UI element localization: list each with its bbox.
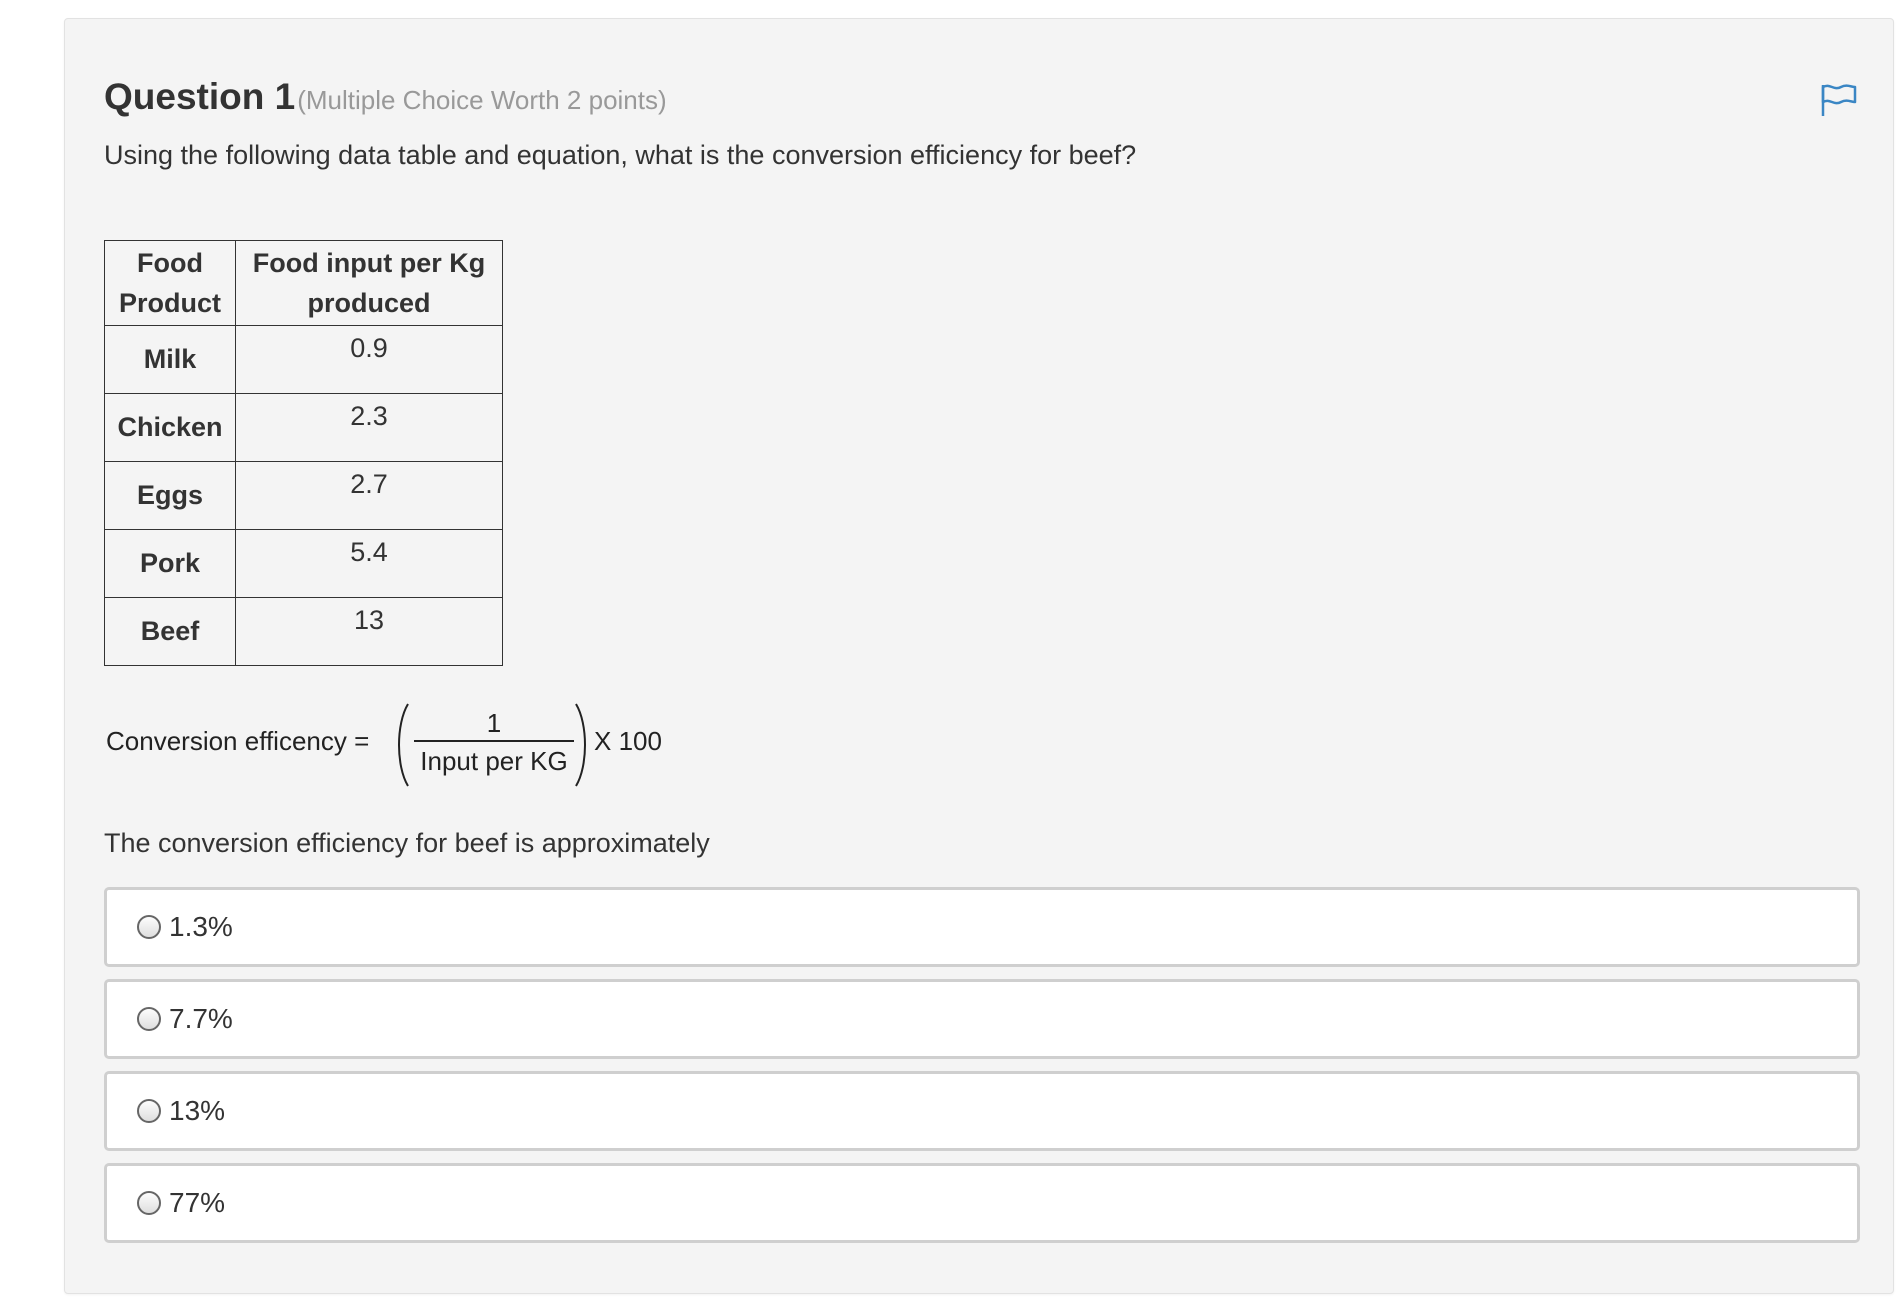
table-cell-product: Milk	[104, 325, 236, 394]
table-cell-value: 5.4	[235, 529, 503, 598]
data-table: Food Product Food input per Kg produced Mi…	[104, 240, 503, 666]
radio-button[interactable]	[137, 1007, 161, 1031]
table-cell-value: 2.7	[235, 461, 503, 530]
table-header-food-input: Food input per Kg produced	[235, 240, 503, 326]
question-title: Question 1	[104, 76, 296, 117]
equation-denominator: Input per KG	[420, 746, 568, 776]
radio-button[interactable]	[137, 1099, 161, 1123]
answer-option[interactable]: 7.7%	[104, 979, 1860, 1059]
table-row: Eggs 2.7	[104, 461, 503, 530]
table-cell-product: Pork	[104, 529, 236, 598]
table-header-food-product: Food Product	[104, 240, 236, 326]
flag-question-button[interactable]	[1820, 82, 1858, 118]
question-worth: (Multiple Choice Worth 2 points)	[297, 85, 667, 115]
answer-option-label: 77%	[169, 1187, 226, 1218]
question-prompt: Using the following data table and equat…	[104, 140, 1137, 170]
table-cell-value: 0.9	[235, 325, 503, 394]
flag-icon	[1821, 84, 1857, 116]
answer-option-label: 13%	[169, 1095, 226, 1126]
table-cell-product: Chicken	[104, 393, 236, 462]
table-row: Milk 0.9	[104, 325, 503, 394]
table-row: Chicken 2.3	[104, 393, 503, 462]
table-header-row: Food Product Food input per Kg produced	[104, 240, 503, 326]
fraction-bar	[414, 740, 574, 742]
answer-option-label: 1.3%	[169, 911, 233, 942]
right-paren	[575, 703, 586, 787]
equation-numerator: 1	[486, 708, 502, 738]
left-paren	[398, 703, 409, 787]
radio-button[interactable]	[137, 915, 161, 939]
answer-option[interactable]: 1.3%	[104, 887, 1860, 967]
answer-option[interactable]: 13%	[104, 1071, 1860, 1151]
question-stem: The conversion efficiency for beef is ap…	[104, 828, 710, 858]
table-row: Pork 5.4	[104, 529, 503, 598]
table-cell-value: 13	[235, 597, 503, 666]
answer-option-label: 7.7%	[169, 1003, 233, 1034]
table-row: Beef 13	[104, 597, 503, 666]
radio-button[interactable]	[137, 1191, 161, 1215]
answer-option[interactable]: 77%	[104, 1163, 1860, 1243]
table-cell-product: Eggs	[104, 461, 236, 530]
equation-label: Conversion efficency =	[106, 726, 370, 756]
answer-options: 1.3% 7.7% 13% 77%	[104, 887, 1860, 1255]
table-cell-value: 2.3	[235, 393, 503, 462]
question-header: Question 1 (Multiple Choice Worth 2 poin…	[104, 76, 667, 126]
equation-multiplier: X 100	[594, 726, 662, 756]
conversion-equation: Conversion efficency = 1 Input per KG X …	[106, 700, 706, 790]
table-cell-product: Beef	[104, 597, 236, 666]
